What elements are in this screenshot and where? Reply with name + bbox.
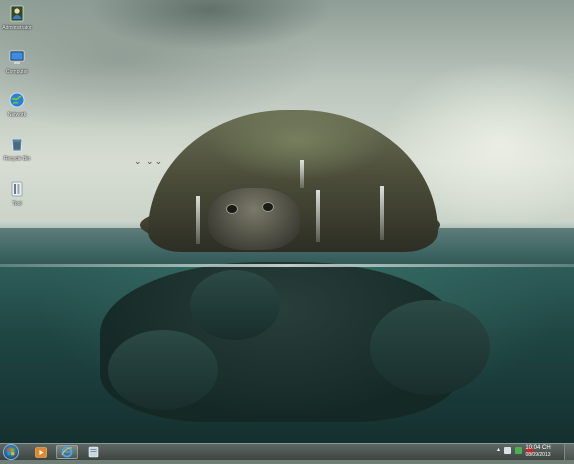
desktop-icon-network[interactable]: Network bbox=[0, 90, 34, 118]
clock-date: 08/09/2013 bbox=[525, 452, 551, 458]
recycle-bin-icon bbox=[7, 134, 27, 154]
desktop-icon-label: Tool bbox=[12, 201, 22, 207]
tool-folder-icon bbox=[7, 179, 27, 199]
taskbar-clock[interactable]: 10:04 CH 08/09/2013 bbox=[516, 445, 560, 459]
taskbar-internet-explorer-button[interactable] bbox=[56, 445, 78, 459]
desktop-icon-label: Recycle Bin bbox=[3, 156, 31, 162]
desktop-icon-administrator[interactable]: Administrator bbox=[0, 3, 34, 31]
birds-icon: ⌄ ⌄⌄ bbox=[134, 156, 164, 166]
file-explorer-icon bbox=[88, 446, 98, 458]
network-tray-icon[interactable] bbox=[504, 447, 512, 454]
desktop-icon-tool[interactable]: Tool bbox=[0, 179, 34, 207]
computer-icon bbox=[7, 47, 27, 67]
desktop-icon-label: Computer bbox=[6, 69, 28, 75]
network-icon bbox=[7, 90, 27, 110]
internet-explorer-icon bbox=[61, 446, 73, 458]
taskbar-file-explorer-button[interactable] bbox=[82, 445, 104, 459]
desktop-icon-label: Administrator bbox=[2, 25, 32, 31]
windows-logo-icon bbox=[7, 448, 15, 456]
clock-time: 10:04 CH bbox=[525, 445, 551, 451]
desktop-wallpaper: ⌄ ⌄⌄ bbox=[0, 0, 574, 443]
show-desktop-button[interactable] bbox=[564, 444, 574, 460]
desktop-icon-recycle-bin[interactable]: Recycle Bin bbox=[0, 134, 34, 162]
user-folder-icon bbox=[7, 3, 27, 23]
desktop-icon-label: Network bbox=[7, 112, 27, 118]
tray-arrow-icon[interactable]: ▴ bbox=[497, 447, 500, 454]
turtle-head bbox=[208, 188, 300, 250]
taskbar: ▴ 10:04 CH 08/09/2013 bbox=[0, 443, 574, 460]
taskbar-media-player-button[interactable] bbox=[30, 445, 52, 459]
desktop-icon-computer[interactable]: Computer bbox=[0, 47, 34, 75]
start-button[interactable] bbox=[3, 444, 19, 460]
media-player-icon bbox=[35, 446, 47, 458]
